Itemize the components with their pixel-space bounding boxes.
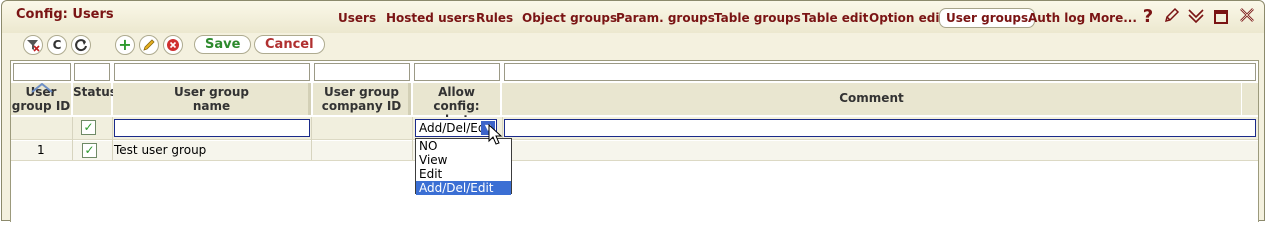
header-line: group ID — [11, 99, 71, 113]
add-icon[interactable]: + — [115, 35, 135, 55]
column-resize-handle[interactable] — [408, 83, 411, 115]
header-line: Allow config: — [433, 85, 480, 113]
reset-icon[interactable]: C — [47, 35, 67, 55]
filter-user-group-name[interactable] — [114, 63, 310, 81]
filter-comment[interactable] — [504, 63, 1256, 81]
status-checkbox[interactable]: ✓ — [82, 143, 97, 158]
nav-item-object-groups[interactable]: Object groups — [522, 8, 617, 28]
nav-item-hosted-users[interactable]: Hosted users — [386, 8, 475, 28]
header-line: name — [192, 99, 231, 113]
clear-filter-icon[interactable] — [23, 35, 43, 55]
filter-status[interactable] — [74, 63, 110, 81]
nav-item-more[interactable]: More... — [1089, 8, 1137, 28]
column-header-user-group-name[interactable]: User group name — [113, 83, 311, 115]
chevron-down-icon[interactable] — [1186, 7, 1206, 27]
dropdown-option-edit[interactable]: Edit — [416, 167, 511, 181]
delete-icon[interactable] — [163, 35, 183, 55]
window-title: Config: Users — [16, 7, 114, 22]
toolbar: C + Save Cancel — [2, 33, 1264, 57]
refresh-icon[interactable] — [71, 35, 91, 55]
nav-item-param-groups[interactable]: Param. groups — [616, 8, 715, 28]
column-divider — [72, 117, 73, 160]
nav-item-table-edit[interactable]: Table edit — [802, 8, 868, 28]
nav-item-option-edit[interactable]: Option edit — [869, 8, 945, 28]
header-line: User group — [323, 85, 399, 99]
nav-item-user-groups[interactable]: User groups — [939, 8, 1036, 28]
nav-item-table-groups[interactable]: Table groups — [714, 8, 801, 28]
table-row[interactable]: 1 ✓ Test user group — [11, 141, 1258, 160]
config-users-window: Config: Users Users Hosted users Rules O… — [1, 0, 1265, 222]
column-header-allow-config-alerts[interactable]: Allow config: alerts — [413, 83, 501, 127]
status-checkbox[interactable]: ✓ — [81, 120, 96, 135]
help-icon[interactable]: ? — [1138, 7, 1158, 27]
save-button[interactable]: Save — [194, 35, 252, 54]
filter-user-group-id[interactable] — [13, 63, 71, 81]
allow-config-alerts-select[interactable]: Add/Del/Edit ▼ — [415, 119, 497, 137]
column-divider — [112, 117, 113, 160]
header-line: Comment — [839, 91, 904, 105]
pencil-icon[interactable] — [1162, 7, 1182, 27]
mouse-pointer-icon — [488, 124, 503, 145]
column-resize-handle[interactable] — [308, 83, 311, 115]
filter-company-id[interactable] — [314, 63, 410, 81]
user-group-name-input[interactable] — [114, 119, 310, 137]
cell-user-group-id: 1 — [37, 143, 45, 157]
sort-asc-icon — [31, 83, 53, 93]
nav-item-users[interactable]: Users — [338, 8, 376, 28]
nav-item-rules[interactable]: Rules — [476, 8, 513, 28]
column-header-user-group-id[interactable]: User group ID — [11, 83, 72, 115]
row-divider — [11, 160, 1258, 161]
row-divider — [11, 139, 1258, 140]
maximize-icon[interactable] — [1211, 7, 1231, 27]
user-groups-grid: User group ID Status User group name Use… — [10, 60, 1259, 222]
header-line: company ID — [321, 99, 402, 113]
cell-user-group-name: Test user group — [114, 143, 207, 157]
column-header-comment[interactable]: Comment — [502, 83, 1242, 115]
column-header-status[interactable]: Status — [73, 83, 117, 115]
dropdown-option-view[interactable]: View — [416, 153, 511, 167]
filter-allow-config-alerts[interactable] — [414, 63, 500, 81]
header-line: User group — [173, 85, 249, 99]
new-record-row: ✓ Add/Del/Edit ▼ — [11, 117, 1258, 139]
header-filler — [1242, 83, 1258, 115]
cancel-button[interactable]: Cancel — [254, 35, 325, 54]
edit-icon[interactable] — [139, 35, 159, 55]
header-line: Status — [73, 85, 117, 99]
column-header-company-id[interactable]: User group company ID — [313, 83, 411, 115]
window-titlebar: Config: Users Users Hosted users Rules O… — [2, 1, 1264, 33]
column-divider — [412, 117, 413, 160]
close-icon[interactable] — [1237, 7, 1257, 27]
nav-item-auth-log[interactable]: Auth log — [1028, 8, 1085, 28]
allow-config-alerts-dropdown-list: NO View Edit Add/Del/Edit — [415, 138, 512, 195]
comment-input[interactable] — [504, 119, 1256, 137]
dropdown-option-add-del-edit[interactable]: Add/Del/Edit — [416, 181, 511, 195]
column-divider — [311, 117, 312, 160]
